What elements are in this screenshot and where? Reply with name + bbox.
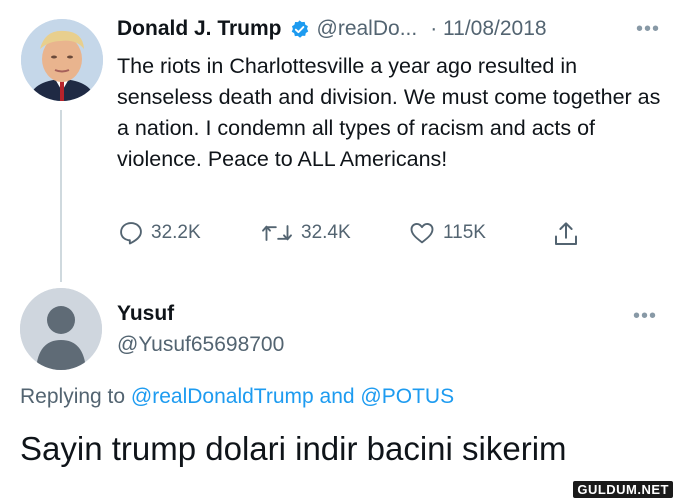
like-action[interactable]: 115K (407, 219, 486, 247)
tweet-actions-bar: 32.2K 32.4K 115K (117, 219, 587, 251)
tweet-date[interactable]: · 11/08/2018 (430, 17, 546, 41)
default-profile-icon (20, 288, 102, 370)
author-handle[interactable]: @realDo... (317, 17, 418, 41)
reply-icon (120, 222, 142, 245)
reply-action[interactable]: 32.2K (117, 219, 201, 247)
reply-count: 32.2K (151, 222, 201, 243)
share-icon (555, 222, 577, 245)
reply-author-name[interactable]: Yusuf (117, 302, 174, 326)
like-heart-icon (410, 222, 434, 244)
thread-connector-line (60, 110, 62, 282)
reply-author-handle[interactable]: @Yusuf65698700 (117, 333, 284, 357)
retweet-action[interactable]: 32.4K (259, 219, 351, 247)
tweet-header: Donald J. Trump @realDo... · 11/08/2018 … (117, 17, 665, 41)
retweet-icon (262, 225, 292, 241)
verified-badge-icon (289, 19, 310, 40)
replying-prefix: Replying to (20, 385, 126, 408)
replying-to-line: Replying to @realDonaldTrump and @POTUS (20, 385, 454, 409)
reply-text: Sayin trump dolari indir bacini sikerim (20, 430, 567, 467)
tweet-text: The riots in Charlottesville a year ago … (117, 54, 661, 171)
reply-more-options-icon[interactable]: ••• (633, 305, 657, 328)
like-count: 115K (443, 222, 486, 243)
site-watermark: GULDUM.NET (573, 481, 673, 498)
replying-user-link-2[interactable]: @POTUS (360, 385, 454, 408)
more-options-icon[interactable]: ••• (636, 18, 660, 41)
author-avatar[interactable] (21, 19, 103, 101)
retweet-count: 32.4K (301, 222, 351, 243)
replying-and: and (319, 385, 355, 408)
reply-author-avatar[interactable] (20, 288, 102, 370)
share-action[interactable] (551, 219, 581, 249)
author-name[interactable]: Donald J. Trump (117, 17, 282, 41)
replying-user-link-1[interactable]: @realDonaldTrump (131, 385, 314, 408)
